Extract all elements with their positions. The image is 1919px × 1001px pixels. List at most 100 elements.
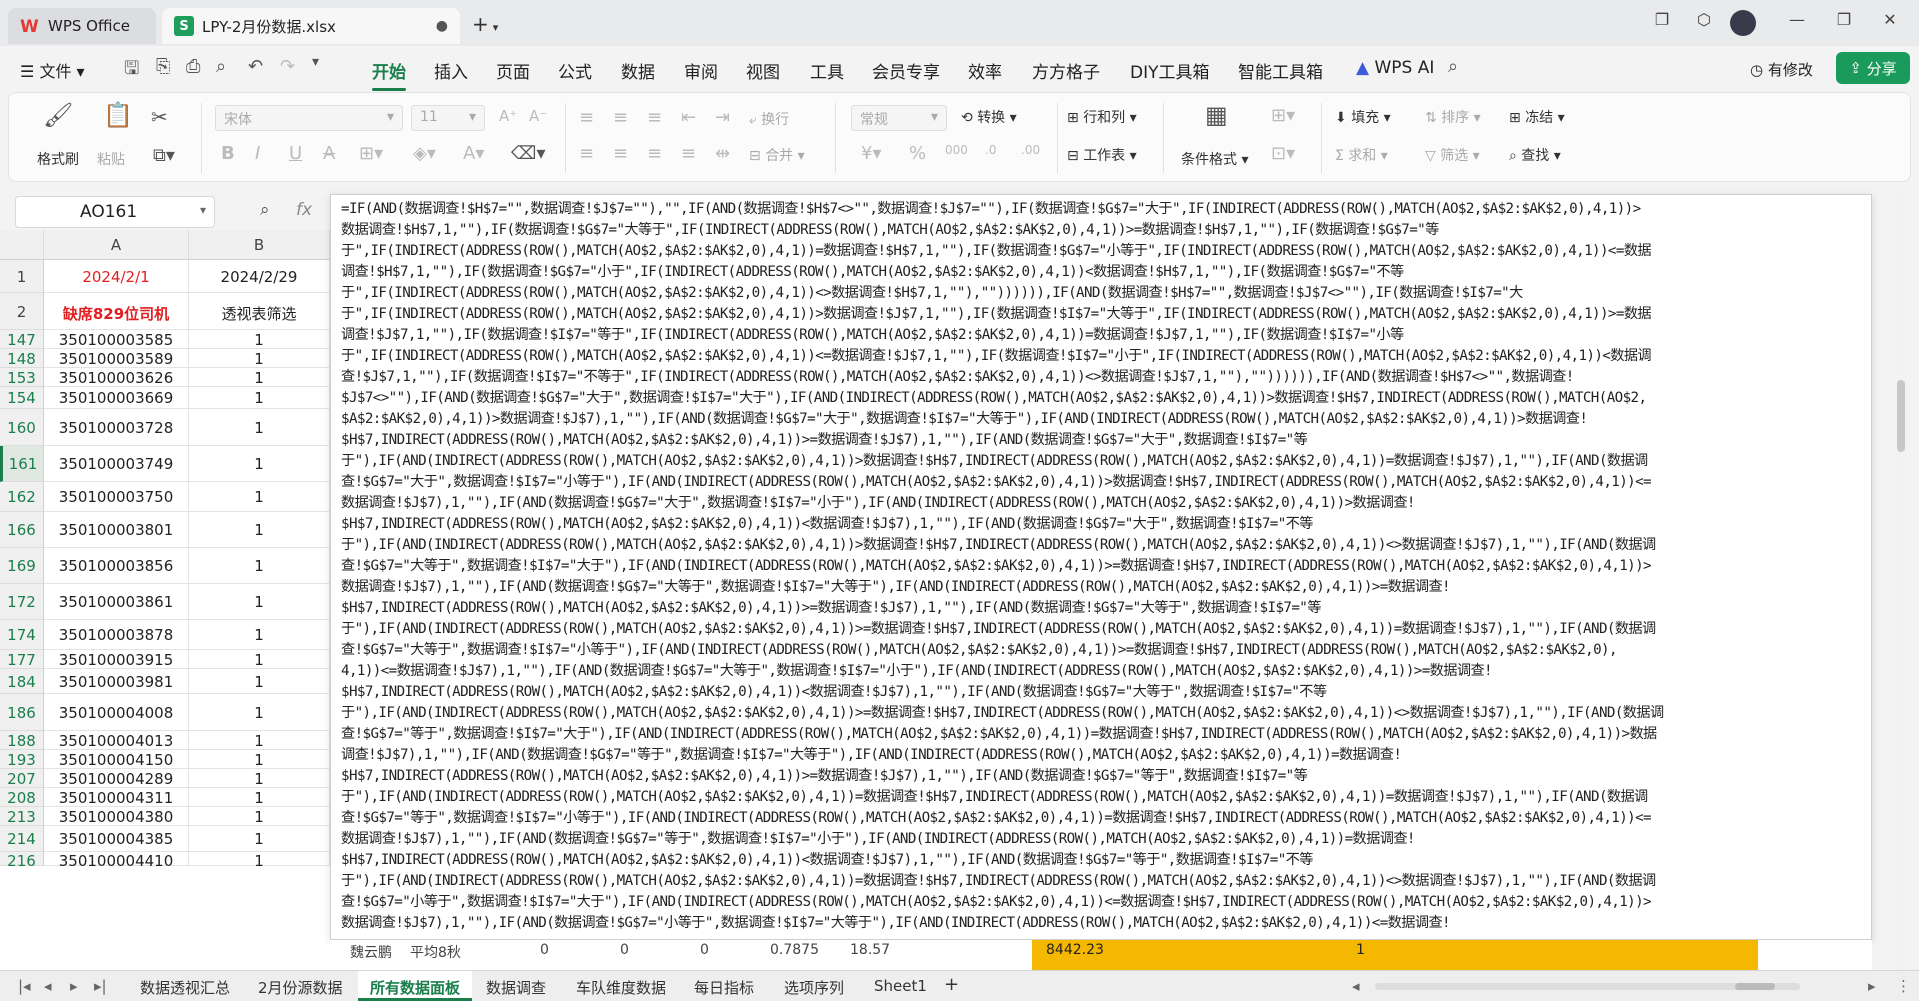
menu-formula[interactable]: 公式 bbox=[558, 58, 592, 83]
avatar[interactable] bbox=[1730, 10, 1756, 36]
row-header[interactable]: 161 bbox=[0, 446, 44, 482]
bold-icon[interactable]: B bbox=[221, 143, 235, 164]
underline-icon[interactable]: U bbox=[289, 143, 302, 164]
paste-label[interactable]: 粘贴 bbox=[97, 149, 125, 169]
table-cell-value[interactable]: 1 bbox=[189, 769, 330, 788]
menu-smart-toolbox[interactable]: 智能工具箱 bbox=[1238, 58, 1323, 83]
has-changes-button[interactable]: ◷ 有修改 bbox=[1750, 59, 1813, 80]
sheet-tab[interactable]: Sheet1 bbox=[874, 977, 927, 995]
header-cell-a[interactable]: 2024/2/1 bbox=[44, 260, 189, 293]
align-middle-icon[interactable]: ≡ bbox=[613, 107, 628, 128]
row-header[interactable]: 188 bbox=[0, 731, 44, 750]
table-cell-id[interactable]: 350100003878 bbox=[44, 620, 189, 650]
cut-icon[interactable]: ✂ bbox=[151, 105, 168, 129]
convert-button[interactable]: ⟲ 转换 ▾ bbox=[961, 107, 1017, 127]
align-right-icon[interactable]: ≡ bbox=[647, 143, 662, 164]
export-icon[interactable]: ⎘ bbox=[156, 56, 170, 77]
table-cell-value[interactable]: 1 bbox=[189, 731, 330, 750]
format-painter-icon[interactable]: 🖌 bbox=[43, 101, 73, 129]
table-cell-id[interactable]: 350100004013 bbox=[44, 731, 189, 750]
cube-icon[interactable]: ⬡ bbox=[1690, 10, 1718, 29]
thousands-icon[interactable]: 000 bbox=[945, 143, 968, 157]
menu-ffcell[interactable]: 方方格子 bbox=[1032, 58, 1100, 83]
quick-access-more-icon[interactable]: ▾ bbox=[312, 54, 319, 70]
row-header[interactable]: 177 bbox=[0, 650, 44, 669]
align-center-icon[interactable]: ≡ bbox=[613, 143, 628, 164]
table-cell-id[interactable]: 350100003589 bbox=[44, 349, 189, 368]
indent-increase-icon[interactable]: ⇥ bbox=[715, 107, 730, 128]
table-cell-value[interactable]: 1 bbox=[189, 826, 330, 852]
menu-diy-toolbox[interactable]: DIY工具箱 bbox=[1130, 58, 1210, 83]
row-header[interactable]: 162 bbox=[0, 482, 44, 512]
table-cell-id[interactable]: 350100003585 bbox=[44, 330, 189, 349]
table-cell-value[interactable]: 1 bbox=[189, 349, 330, 368]
menu-home[interactable]: 开始 bbox=[372, 58, 406, 91]
column-header-a[interactable]: A bbox=[44, 230, 189, 260]
clear-format-icon[interactable]: ⌫▾ bbox=[511, 143, 546, 164]
filter-button[interactable]: ▽ 筛选 ▾ bbox=[1425, 145, 1480, 165]
sum-button[interactable]: Σ 求和 ▾ bbox=[1335, 145, 1388, 165]
worksheet-button[interactable]: ⊟ 工作表 ▾ bbox=[1067, 145, 1137, 165]
horizontal-scrollbar-thumb[interactable] bbox=[1735, 983, 1775, 990]
sheet-tab[interactable]: 选项序列 bbox=[784, 977, 844, 998]
table-cell-value[interactable]: 1 bbox=[189, 512, 330, 548]
distributed-icon[interactable]: ⇹ bbox=[715, 143, 730, 164]
table-cell-value[interactable]: 1 bbox=[189, 446, 330, 482]
menu-member[interactable]: 会员专享 bbox=[872, 58, 940, 83]
row-header[interactable]: 214 bbox=[0, 826, 44, 852]
row-header[interactable]: 153 bbox=[0, 368, 44, 387]
row-header[interactable]: 184 bbox=[0, 669, 44, 694]
unsaved-dot-icon[interactable]: ● bbox=[436, 18, 448, 34]
document-tab[interactable]: S LPY-2月份数据.xlsx ● bbox=[162, 8, 460, 44]
row-header[interactable]: 216 bbox=[0, 852, 44, 870]
copy-icon[interactable]: ⧉▾ bbox=[153, 145, 175, 166]
table-cell-value[interactable]: 1 bbox=[189, 548, 330, 584]
redo-icon[interactable]: ↷ bbox=[280, 56, 295, 77]
row-header[interactable]: 169 bbox=[0, 548, 44, 584]
new-tab-button[interactable]: + ▾ bbox=[472, 12, 498, 36]
table-cell-id[interactable]: 350100003915 bbox=[44, 650, 189, 669]
print-preview-icon[interactable]: ⌕ bbox=[216, 56, 226, 77]
font-size-select[interactable]: 11 ▾ bbox=[411, 105, 485, 131]
sheet-tab[interactable]: 每日指标 bbox=[694, 977, 754, 998]
italic-icon[interactable]: I bbox=[255, 143, 260, 164]
currency-icon[interactable]: ¥▾ bbox=[861, 143, 882, 164]
next-sheet-icon[interactable]: ▸ bbox=[70, 977, 78, 995]
menu-page[interactable]: 页面 bbox=[496, 58, 530, 83]
fx-icon[interactable]: fx bbox=[296, 200, 312, 220]
menu-insert[interactable]: 插入 bbox=[434, 58, 468, 83]
border-icon[interactable]: ⊞▾ bbox=[359, 143, 383, 164]
menu-data[interactable]: 数据 bbox=[621, 58, 655, 83]
align-bottom-icon[interactable]: ≡ bbox=[647, 107, 662, 128]
menu-tools[interactable]: 工具 bbox=[810, 58, 844, 83]
table-cell-id[interactable]: 350100003861 bbox=[44, 584, 189, 620]
table-style-icon[interactable]: ⊡▾ bbox=[1271, 143, 1295, 164]
table-cell-id[interactable]: 350100003981 bbox=[44, 669, 189, 694]
font-name-select[interactable]: 宋体 ▾ bbox=[215, 105, 403, 131]
maximize-icon[interactable]: ❐ bbox=[1830, 10, 1858, 29]
row-header[interactable]: 174 bbox=[0, 620, 44, 650]
sheet-tab[interactable]: 数据调查 bbox=[486, 977, 546, 998]
table-cell-value[interactable]: 1 bbox=[189, 852, 330, 870]
decrease-decimal-icon[interactable]: .00 bbox=[1021, 143, 1040, 157]
number-format-select[interactable]: 常规 ▾ bbox=[851, 105, 947, 131]
row-header[interactable]: 166 bbox=[0, 512, 44, 548]
sheet-tab[interactable]: 2月份源数据 bbox=[258, 977, 343, 998]
scroll-left-icon[interactable]: ◂ bbox=[1352, 977, 1360, 995]
undo-icon[interactable]: ↶ bbox=[248, 56, 263, 77]
table-cell-value[interactable]: 1 bbox=[189, 750, 330, 769]
increase-font-icon[interactable]: A⁺ bbox=[499, 107, 517, 125]
decrease-font-icon[interactable]: A⁻ bbox=[529, 107, 547, 125]
merge-button[interactable]: ⊟ 合并 ▾ bbox=[749, 145, 805, 165]
table-cell-id[interactable]: 350100004385 bbox=[44, 826, 189, 852]
table-cell-id[interactable]: 350100003750 bbox=[44, 482, 189, 512]
justify-icon[interactable]: ≡ bbox=[681, 143, 696, 164]
minimize-icon[interactable]: — bbox=[1783, 10, 1811, 29]
table-cell-id[interactable]: 350100004311 bbox=[44, 788, 189, 807]
formula-content-expanded[interactable]: =IF(AND(数据调查!$H$7="",数据调查!$J$7=""),"",IF… bbox=[330, 194, 1872, 940]
header-cell-b[interactable]: 2024/2/29 bbox=[189, 260, 330, 293]
table-cell-value[interactable]: 1 bbox=[189, 650, 330, 669]
paste-icon[interactable]: 📋 bbox=[103, 101, 133, 129]
name-box-dropdown-icon[interactable]: ▾ bbox=[200, 203, 206, 217]
menu-wps-ai[interactable]: ▲ WPS AI bbox=[1356, 58, 1434, 78]
